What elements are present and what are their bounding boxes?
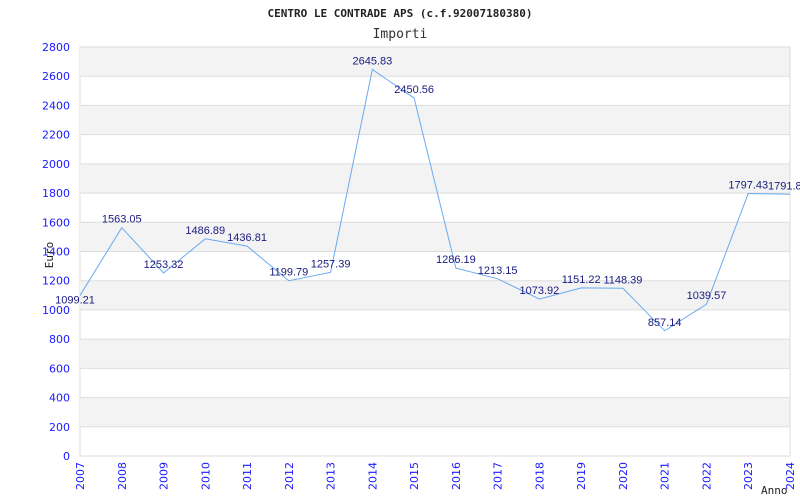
y-tick-label: 2600 [42, 70, 70, 83]
x-tick-label: 2008 [116, 462, 129, 490]
x-tick-label: 2013 [325, 462, 338, 490]
x-tick-label: 2010 [199, 462, 212, 490]
grid-band [80, 163, 790, 194]
y-tick-label: 2800 [42, 41, 70, 54]
grid-band [80, 280, 790, 310]
data-label: 1099.21 [55, 294, 95, 306]
x-tick-label: 2019 [575, 462, 588, 490]
data-label: 857.14 [648, 317, 682, 329]
x-tick-label: 2020 [617, 462, 630, 490]
y-axis-label: Euro [43, 242, 56, 269]
y-tick-label: 1800 [42, 187, 70, 200]
data-label: 1286.19 [436, 254, 476, 266]
line-chart: CENTRO LE CONTRADE APS (c.f.92007180380)… [42, 7, 800, 497]
y-tick-label: 2400 [42, 99, 70, 112]
x-tick-label: 2014 [366, 462, 379, 490]
x-tick-label: 2009 [158, 462, 171, 490]
data-label: 2450.56 [394, 84, 434, 96]
y-tick-label: 1600 [42, 216, 70, 229]
data-label: 1436.81 [227, 232, 267, 244]
data-label: 1797.43 [728, 179, 768, 191]
y-tick-label: 0 [63, 450, 70, 463]
x-tick-label: 2012 [283, 462, 296, 490]
x-tick-label: 2015 [408, 462, 421, 490]
data-label: 1148.39 [603, 274, 642, 286]
data-label: 1073.92 [520, 285, 560, 297]
data-label: 1199.79 [269, 267, 308, 279]
data-label: 1791.8 [768, 180, 800, 192]
x-tick-label: 2022 [700, 462, 713, 490]
data-label: 1039.57 [687, 290, 727, 302]
x-tick-label: 2023 [742, 462, 755, 490]
grid-band [80, 397, 790, 427]
data-label: 2645.83 [352, 56, 392, 68]
data-label: 1253.32 [144, 259, 184, 271]
y-tick-label: 400 [49, 392, 70, 405]
y-tick-label: 2200 [42, 129, 70, 142]
grid-band [80, 105, 790, 135]
x-tick-label: 2018 [533, 462, 546, 490]
chart-title: CENTRO LE CONTRADE APS (c.f.92007180380) [268, 7, 533, 20]
y-tick-label: 200 [49, 421, 70, 434]
data-label: 1563.05 [102, 214, 142, 226]
x-tick-label: 2017 [492, 462, 505, 490]
chart-subtitle: Importi [373, 27, 428, 42]
x-tick-label: 2016 [450, 462, 463, 490]
data-label: 1151.22 [562, 274, 601, 286]
x-tick-label: 2011 [241, 462, 254, 490]
grid-band [80, 339, 790, 369]
y-tick-label: 2000 [42, 158, 70, 171]
grid-band [80, 47, 790, 77]
y-tick-label: 1200 [42, 275, 70, 288]
y-tick-label: 600 [49, 362, 70, 375]
data-label: 1486.89 [185, 225, 225, 237]
data-label: 1257.39 [311, 258, 351, 270]
x-tick-label: 2007 [74, 462, 87, 490]
x-tick-label: 2021 [659, 462, 672, 490]
x-axis-label: Anno [761, 484, 788, 497]
y-tick-label: 800 [49, 333, 70, 346]
data-label: 1213.15 [478, 265, 518, 277]
